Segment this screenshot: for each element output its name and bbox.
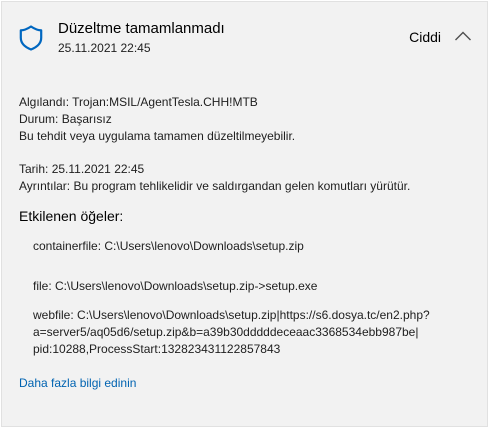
- date-label: Tarih:: [19, 162, 49, 176]
- affected-item: webfile: C:\Users\lenovo\Downloads\setup…: [33, 307, 473, 358]
- detected-value: Trojan:MSIL/AgentTesla.CHH!MTB: [72, 95, 258, 109]
- affected-item: containerfile: C:\Users\lenovo\Downloads…: [33, 238, 473, 255]
- details-label: Ayrıntılar:: [19, 179, 71, 193]
- learn-more-link[interactable]: Daha fazla bilgi edinin: [19, 375, 136, 392]
- status-label: Durum:: [19, 112, 59, 126]
- alert-timestamp: 25.11.2021 22:45: [58, 41, 151, 55]
- affected-item-line: file: C:\Users\lenovo\Downloads\setup.zi…: [33, 279, 318, 293]
- details-row: Ayrıntılar: Bu program tehlikelidir ve s…: [19, 178, 479, 195]
- shield-icon: [19, 25, 43, 51]
- affected-item-line: webfile: C:\Users\lenovo\Downloads\setup…: [33, 308, 430, 322]
- affected-item-line: pid:10288,ProcessStart:13282343112285784…: [33, 342, 281, 356]
- alert-title: Düzeltme tamamlanmadı: [58, 20, 225, 37]
- status-value: Başarısız: [61, 112, 112, 126]
- status-note: Bu tehdit veya uygulama tamamen düzeltil…: [19, 129, 296, 143]
- detected-label: Algılandı:: [19, 95, 70, 109]
- severity-label: Ciddi: [409, 29, 441, 45]
- details-value: Bu program tehlikelidir ve saldırgandan …: [73, 179, 411, 193]
- affected-item-line: a=server5/aq05d6/setup.zip&b=a39b30ddddd…: [33, 325, 419, 339]
- status-row: Durum: Başarısız: [19, 111, 479, 128]
- threat-details: Algılandı: Trojan:MSIL/AgentTesla.CHH!MT…: [19, 94, 479, 195]
- chevron-up-icon[interactable]: [454, 29, 472, 43]
- affected-item-line: containerfile: C:\Users\lenovo\Downloads…: [33, 239, 304, 253]
- affected-items-heading: Etkilenen öğeler:: [19, 208, 124, 224]
- date-value: 25.11.2021 22:45: [51, 162, 145, 176]
- detected-row: Algılandı: Trojan:MSIL/AgentTesla.CHH!MT…: [19, 94, 479, 111]
- threat-detail-card: Düzeltme tamamlanmadı 25.11.2021 22:45 C…: [1, 1, 488, 427]
- affected-item: file: C:\Users\lenovo\Downloads\setup.zi…: [33, 278, 473, 295]
- date-row: Tarih: 25.11.2021 22:45: [19, 161, 479, 178]
